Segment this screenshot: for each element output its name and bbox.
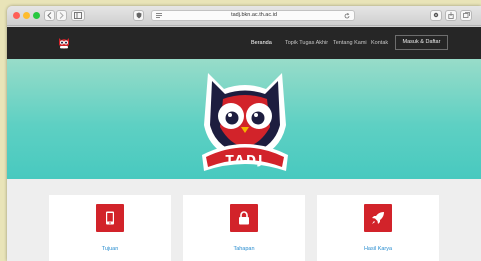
rocket-icon [372, 212, 384, 224]
tablet-icon [106, 211, 114, 225]
chevron-right-icon [59, 12, 64, 19]
url-text: tadj.bkn.ac.th.ac.id [231, 12, 277, 18]
forward-button[interactable] [56, 10, 67, 21]
feature-label-hasil-karya[interactable]: Hasil Karya [317, 246, 439, 252]
share-button[interactable] [445, 10, 457, 21]
sidebar-icon [74, 12, 82, 19]
feature-icon-box [364, 204, 392, 232]
extension-button[interactable] [430, 10, 442, 21]
owl-logo: TADJ [202, 73, 288, 171]
share-icon [448, 12, 454, 19]
logo-text: TADJ [226, 153, 265, 167]
nav-item-beranda[interactable]: Beranda [251, 27, 272, 59]
address-bar[interactable]: tadj.bkn.ac.th.ac.id [151, 10, 355, 21]
feature-card-hasil-karya[interactable]: Hasil Karya [317, 195, 439, 261]
privacy-button[interactable] [133, 10, 144, 21]
feature-card-tahapan[interactable]: Tahapan [183, 195, 305, 261]
feature-label-tujuan[interactable]: Tujuan [49, 246, 171, 252]
tabs-button[interactable] [460, 10, 472, 21]
features-section: Tujuan Tahapan Hasil Karya [7, 179, 481, 261]
reload-icon[interactable] [344, 12, 350, 19]
hero-banner: TADJ [7, 59, 481, 179]
zoom-window-button[interactable] [33, 12, 40, 19]
login-register-button[interactable]: Masuk & Daftar [395, 35, 448, 50]
tabs-icon [462, 12, 470, 18]
browser-toolbar: tadj.bkn.ac.th.ac.id [7, 6, 481, 26]
feature-icon-box [230, 204, 258, 232]
nav-item-topik-tugas-akhir[interactable]: Topik Tugas Akhir [285, 27, 328, 59]
settings-icon [433, 12, 439, 18]
close-window-button[interactable] [13, 12, 20, 19]
site-navbar: Beranda Topik Tugas Akhir Tentang Kami K… [7, 27, 481, 59]
nav-item-kontak[interactable]: Kontak [371, 27, 388, 59]
minimize-window-button[interactable] [23, 12, 30, 19]
feature-icon-box [96, 204, 124, 232]
feature-card-tujuan[interactable]: Tujuan [49, 195, 171, 261]
feature-label-tahapan[interactable]: Tahapan [183, 246, 305, 252]
shield-icon [136, 12, 141, 19]
lock-icon [239, 211, 249, 225]
browser-window: tadj.bkn.ac.th.ac.id Beranda Topik Tugas… [7, 6, 481, 261]
sidebar-toggle-button[interactable] [71, 10, 85, 21]
back-button[interactable] [44, 10, 55, 21]
site-logo-icon[interactable] [57, 36, 71, 50]
web-page: Beranda Topik Tugas Akhir Tentang Kami K… [7, 27, 481, 261]
chevron-left-icon [47, 12, 52, 19]
nav-item-tentang-kami[interactable]: Tentang Kami [333, 27, 367, 59]
